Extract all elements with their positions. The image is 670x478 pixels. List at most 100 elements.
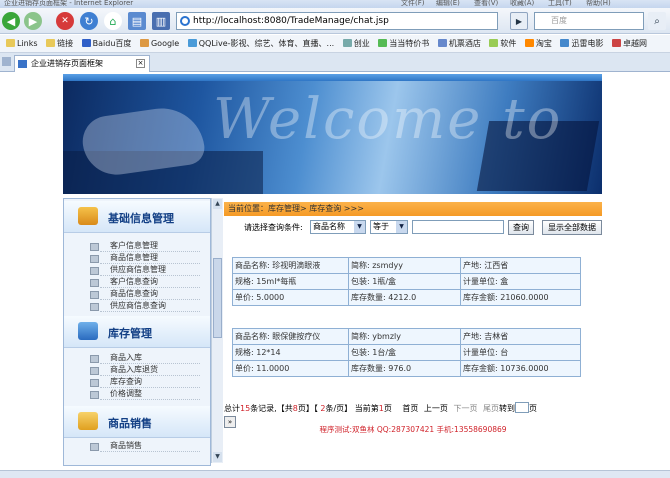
welcome-banner: Welcome to <box>63 81 602 194</box>
sidebar-item-supplier-query[interactable]: 供应商信息查询 <box>64 300 210 312</box>
chevron-down-icon: ▼ <box>354 221 365 233</box>
sidebar-item-sales[interactable]: 商品销售 <box>64 440 210 452</box>
sidebar-menu: 基础信息管理 客户信息管理 商品信息管理 供应商信息管理 客户信息查询 商品信息… <box>63 198 211 466</box>
product-spec: 规格: 15ml*每瓶 <box>232 273 349 290</box>
page-icon <box>18 60 27 68</box>
product-price: 单价: 11.0000 <box>232 360 349 377</box>
banner-top-strip <box>63 74 602 81</box>
google-icon <box>139 39 149 47</box>
refresh-icon[interactable]: ↻ <box>80 12 98 30</box>
last-page-link[interactable]: 尾页 <box>483 404 499 413</box>
scroll-down-icon[interactable]: ▼ <box>213 452 222 462</box>
search-button[interactable]: 查询 <box>508 220 534 235</box>
link-item[interactable]: Links <box>6 35 38 52</box>
sidebar-item-stock-return[interactable]: 商品入库退货 <box>64 364 210 376</box>
address-text: http://localhost:8080/TradeManage/chat.j… <box>193 16 389 26</box>
section-basic-info[interactable]: 基础信息管理 <box>64 201 210 233</box>
sidebar-item-product-query[interactable]: 商品信息查询 <box>64 288 210 300</box>
link-item[interactable]: 创业 <box>342 35 370 52</box>
query-field-select[interactable]: 商品名称 ▼ <box>310 220 366 234</box>
address-bar[interactable]: http://localhost:8080/TradeManage/chat.j… <box>176 12 498 30</box>
back-icon[interactable]: ◀ <box>2 12 20 30</box>
section-sales[interactable]: 商品销售 <box>64 406 210 438</box>
scroll-thumb[interactable] <box>213 258 222 338</box>
forward-icon[interactable]: ▶ <box>24 12 42 30</box>
sidebar-item-customer-mgmt[interactable]: 客户信息管理 <box>64 240 210 252</box>
sidebar-item-supplier-mgmt[interactable]: 供应商信息管理 <box>64 264 210 276</box>
product-name: 商品名称: 眼保健按疗仪 <box>232 328 349 345</box>
chevron-down-icon: ▼ <box>396 221 407 233</box>
qq-icon <box>187 39 197 47</box>
menu-favorites[interactable]: 收藏(A) <box>510 0 534 8</box>
tab-main[interactable]: 企业进销存页面框架 × <box>14 55 150 72</box>
sidebar-item-product-mgmt[interactable]: 商品信息管理 <box>64 252 210 264</box>
media-icon[interactable]: ▤ <box>128 12 146 30</box>
stop-icon[interactable]: ✕ <box>56 12 74 30</box>
link-item[interactable]: 卓越网 <box>612 35 647 52</box>
menu-edit[interactable]: 编辑(E) <box>436 0 460 8</box>
banner-welcome-text: Welcome to <box>213 87 563 152</box>
link-item[interactable]: QQLive-影视、综艺、体育、直播、... <box>187 35 334 52</box>
link-item[interactable]: Baidu百度 <box>81 35 131 52</box>
footer-credit: 程序测试:双鱼林 QQ:287307421 手机:13558690869 <box>319 425 507 434</box>
link-icon <box>342 39 352 47</box>
product-amount: 库存金额: 21060.0000 <box>460 289 581 306</box>
link-item[interactable]: 迅雷电影 <box>560 35 603 52</box>
section-inventory[interactable]: 库存管理 <box>64 316 210 348</box>
folder-icon <box>6 39 15 47</box>
close-tab-icon[interactable]: × <box>136 59 145 68</box>
vertical-scrollbar[interactable]: ▲ ▼ <box>211 198 223 463</box>
baidu-icon <box>81 39 91 47</box>
sidebar-item-customer-query[interactable]: 客户信息查询 <box>64 276 210 288</box>
sidebar-item-price-adjust[interactable]: 价格调整 <box>64 388 210 400</box>
query-value-input[interactable] <box>412 220 504 234</box>
window-title: 企业进销存页面框架 - Internet Explorer <box>4 0 134 7</box>
link-item[interactable]: 机票酒店 <box>437 35 481 52</box>
query-op-select[interactable]: 等于 ▼ <box>370 220 408 234</box>
home-icon[interactable]: ⌂ <box>104 12 122 30</box>
link-item[interactable]: 链接 <box>46 35 73 52</box>
menu-tools[interactable]: 工具(T) <box>548 0 572 8</box>
product-price: 单价: 5.0000 <box>232 289 349 306</box>
dangdang-icon <box>378 39 388 47</box>
product-abbr: 简称: ybmzly <box>348 328 461 345</box>
taobao-icon <box>524 39 534 47</box>
breadcrumb: 当前位置：库存管理> 库存查询 >>> <box>224 202 602 216</box>
link-item[interactable]: Google <box>139 35 179 52</box>
menu-help[interactable]: 帮助(H) <box>586 0 611 8</box>
pagination: 总计15条记录,【共8页】【 2条/页】 当前第1页 首页 上一页 下一页 尾页… <box>224 402 537 413</box>
navigation-bar: ◀ ▶ ✕ ↻ ⌂ ▤ ▥ http://localhost:8080/Trad… <box>0 8 670 34</box>
product-unit: 计量单位: 台 <box>460 344 581 361</box>
menu-file[interactable]: 文件(F) <box>401 0 425 8</box>
prev-page-link[interactable]: 上一页 <box>424 404 448 413</box>
history-icon[interactable]: ▥ <box>152 12 170 30</box>
product-pack: 包装: 1瓶/盒 <box>348 273 461 290</box>
basic-info-icon <box>78 207 98 225</box>
product-qty: 库存数量: 976.0 <box>348 360 461 377</box>
link-item[interactable]: 淘宝 <box>524 35 552 52</box>
inventory-icon <box>78 322 98 340</box>
scroll-up-icon[interactable]: ▲ <box>213 199 222 209</box>
tab-list-icon[interactable] <box>2 57 11 66</box>
next-page-link[interactable]: 下一页 <box>453 404 477 413</box>
product-card-2: 商品名称: 眼保健按疗仪 简称: ybmzly 产地: 吉林省 规格: 12*14 包… <box>232 328 581 377</box>
goto-page-input[interactable] <box>515 402 529 413</box>
record-total: 15 <box>240 404 251 413</box>
sidebar-item-stock-in[interactable]: 商品入库 <box>64 352 210 364</box>
menu-view[interactable]: 查看(V) <box>474 0 498 8</box>
product-qty: 库存数量: 4212.0 <box>348 289 461 306</box>
show-all-button[interactable]: 显示全部数据 <box>542 220 602 235</box>
window-title-bar: 企业进销存页面框架 - Internet Explorer 文件(F) 编辑(E… <box>0 0 670 8</box>
software-icon <box>489 39 499 47</box>
sales-icon <box>78 412 98 430</box>
search-icon[interactable]: ⌕ <box>648 12 666 30</box>
link-item[interactable]: 当当特价书 <box>378 35 429 52</box>
sidebar-item-stock-query[interactable]: 库存查询 <box>64 376 210 388</box>
product-abbr: 简称: zsmdyy <box>348 257 461 274</box>
search-box[interactable]: 百度 <box>534 12 644 30</box>
tab-bar: 企业进销存页面框架 × <box>0 53 670 72</box>
go-icon[interactable]: ▶ <box>510 12 528 30</box>
first-page-link[interactable]: 首页 <box>402 404 418 413</box>
links-bar: Links 链接 Baidu百度 Google QQLive-影视、综艺、体育、… <box>0 35 670 53</box>
link-item[interactable]: 软件 <box>489 35 516 52</box>
